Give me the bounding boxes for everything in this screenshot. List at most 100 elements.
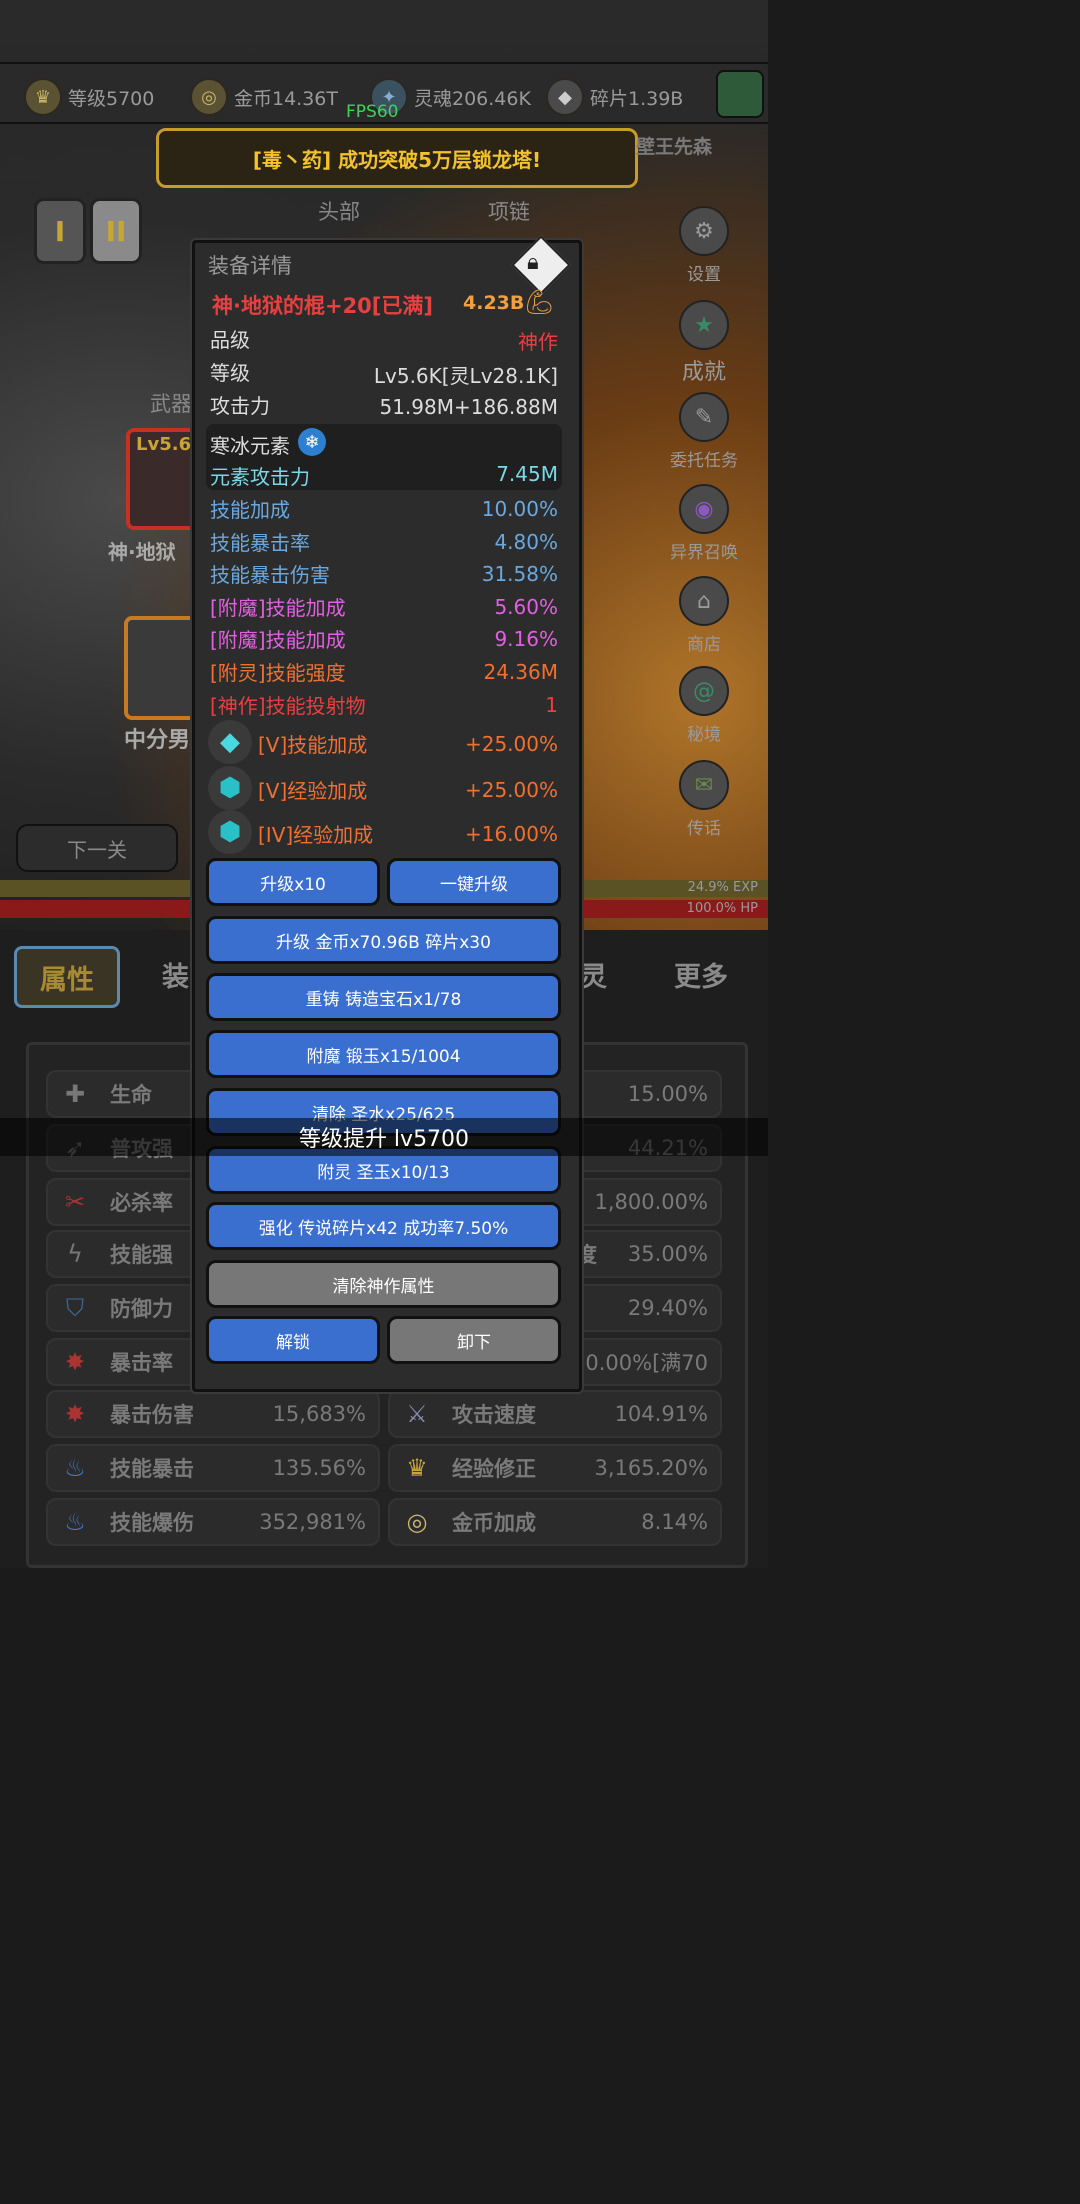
diamond-icon: ◆ <box>208 720 252 764</box>
attack-label: 攻击力 <box>210 394 270 418</box>
swords-icon: ⚔ <box>406 1400 428 1428</box>
shard-icon: ◆ <box>546 78 584 116</box>
message-button[interactable]: ✉ 传话 <box>664 760 744 839</box>
announcement-banner: [毒丶药] 成功突破5万层锁龙塔! <box>156 128 638 188</box>
level-resource: ♛ 等级5700 <box>24 78 154 116</box>
armor-slot-name: 中分男 <box>124 728 191 753</box>
stat-enchant-2-value: 9.16% <box>494 627 558 651</box>
stat-skill-crit-rate-value: 4.80% <box>494 530 558 554</box>
gem-icon: ⬢ <box>208 766 252 810</box>
slash-icon: ✂ <box>64 1188 86 1216</box>
tab-page-2[interactable]: II <box>90 198 142 264</box>
slot-label-necklace: 项链 <box>488 200 530 224</box>
attack-value: 51.98M+186.88M <box>379 395 558 419</box>
clear-divine-button[interactable]: 清除神作属性 <box>206 1260 561 1308</box>
element-attack-label: 元素攻击力 <box>210 465 310 489</box>
gem-3-label: [IV]经验加成 <box>258 823 374 847</box>
flame-burst-icon: ♨ <box>64 1508 86 1536</box>
tab-more[interactable]: 更多 <box>674 946 728 1002</box>
element-name: 寒冰元素 <box>210 434 290 458</box>
upgrade-button[interactable]: 升级 金币x70.96B 碎片x30 <box>206 916 561 964</box>
shard-resource: ◆ 碎片1.39B <box>546 78 683 116</box>
grade-value: 神作 <box>518 330 558 354</box>
fps-counter: FPS60 <box>346 102 399 122</box>
attr-row-gold-bonus: ◎ 金币加成 8.14% <box>388 1498 722 1546</box>
stat-enchant-1-label: [附魔]技能加成 <box>210 596 346 620</box>
attr-row-skill-burst: ♨ 技能爆伤 352,981% <box>46 1498 380 1546</box>
stat-spirit-label: [附灵]技能强度 <box>210 661 346 685</box>
gem-3-value: +16.00% <box>464 822 558 846</box>
settings-button[interactable]: ⚙ 设置 <box>664 206 744 285</box>
attr-row-skill-crit: ♨ 技能暴击 135.56% <box>46 1444 380 1492</box>
element-attack-value: 7.45M <box>496 462 558 486</box>
scroll-icon: ✎ <box>679 392 729 442</box>
attr-row-exp-mod: ♛ 经验修正 3,165.20% <box>388 1444 722 1492</box>
secret-realm-button[interactable]: @ 秘境 <box>664 666 744 745</box>
star-icon: ★ <box>679 300 729 350</box>
level-label: 等级 <box>210 361 250 385</box>
gear-icon: ⚙ <box>679 206 729 256</box>
weapon-slot[interactable]: Lv5.6 <box>126 428 200 530</box>
shop-icon: ⌂ <box>679 576 729 626</box>
stat-skill-crit-damage-value: 31.58% <box>481 562 558 586</box>
summon-button[interactable]: ◉ 异界召唤 <box>664 484 744 563</box>
achievements-button[interactable]: ★ 成就 <box>664 300 744 386</box>
stat-skill-bonus-label: 技能加成 <box>210 498 290 522</box>
gem-2-label: [V]经验加成 <box>258 779 368 803</box>
horn-icon: ✉ <box>679 760 729 810</box>
armor-slot[interactable] <box>124 616 200 720</box>
crown-icon: ♛ <box>406 1454 428 1482</box>
one-click-upgrade-button[interactable]: 一键升级 <box>387 858 561 906</box>
eye-icon: ◉ <box>679 484 729 534</box>
gem-1-value: +25.00% <box>464 732 558 756</box>
item-power: 4.23B <box>463 292 525 314</box>
slot-label-weapon: 武器 <box>150 392 192 416</box>
gem-1-label: [V]技能加成 <box>258 733 368 757</box>
commission-button[interactable]: ✎ 委托任务 <box>664 392 744 471</box>
level-up-toast: 等级提升 lv5700 <box>0 1118 768 1156</box>
flame-icon: ♨ <box>64 1454 86 1482</box>
crit-icon: ✸ <box>64 1348 86 1376</box>
stat-divine-value: 1 <box>545 693 558 717</box>
gem-2-value: +25.00% <box>464 778 558 802</box>
stat-skill-crit-rate-label: 技能暴击率 <box>210 531 310 555</box>
menu-toggle-button[interactable] <box>716 70 764 118</box>
coin-icon: ◎ <box>190 78 228 116</box>
weapon-slot-name: 神·地狱 <box>108 540 176 564</box>
cross-icon: ✚ <box>64 1080 86 1108</box>
slot-label-head: 头部 <box>318 200 360 224</box>
level-value: Lv5.6K[灵Lv28.1K] <box>373 364 558 388</box>
next-level-button[interactable]: 下一关 <box>16 824 178 872</box>
unequip-button[interactable]: 卸下 <box>387 1316 561 1364</box>
attr-row-crit-damage: ✸ 暴击伤害 15,683% <box>46 1390 380 1438</box>
enchant-button[interactable]: 附魔 锻玉x15/1004 <box>206 1030 561 1078</box>
shield-icon: ⛉ <box>66 1294 84 1322</box>
lightning-icon: ϟ <box>67 1240 83 1268</box>
upgrade-x10-button[interactable]: 升级x10 <box>206 858 380 906</box>
portal-icon: @ <box>679 666 729 716</box>
stat-skill-bonus-value: 10.00% <box>481 497 558 521</box>
stat-spirit-value: 24.36M <box>483 660 558 684</box>
player-name: 壁王先森 <box>636 136 713 158</box>
tab-page-1[interactable]: I <box>34 198 86 264</box>
gem-icon: ⬢ <box>208 810 252 854</box>
stat-enchant-1-value: 5.60% <box>494 595 558 619</box>
crown-icon: ♛ <box>24 78 62 116</box>
shop-button[interactable]: ⌂ 商店 <box>664 576 744 655</box>
grade-label: 品级 <box>210 328 250 352</box>
item-name: 神·地狱的棍+20[已满] <box>212 294 433 318</box>
snowflake-icon: ❄ <box>298 428 326 456</box>
unlock-button[interactable]: 解锁 <box>206 1316 380 1364</box>
stat-enchant-2-label: [附魔]技能加成 <box>210 628 346 652</box>
stat-skill-crit-damage-label: 技能暴击伤害 <box>210 563 330 587</box>
gold-resource: ◎ 金币14.36T <box>190 78 338 116</box>
crit-damage-icon: ✸ <box>64 1400 86 1428</box>
lock-icon: 🔒︎ <box>527 250 539 275</box>
tab-equipment[interactable]: 装 <box>162 946 189 1002</box>
muscle-icon: 💪︎ <box>524 288 555 316</box>
tab-attributes[interactable]: 属性 <box>14 946 120 1008</box>
recast-button[interactable]: 重铸 铸造宝石x1/78 <box>206 973 561 1021</box>
tab-spirit[interactable]: 灵 <box>580 946 607 1002</box>
strengthen-button[interactable]: 强化 传说碎片x42 成功率7.50% <box>206 1202 561 1250</box>
modal-title: 装备详情 <box>208 254 292 278</box>
